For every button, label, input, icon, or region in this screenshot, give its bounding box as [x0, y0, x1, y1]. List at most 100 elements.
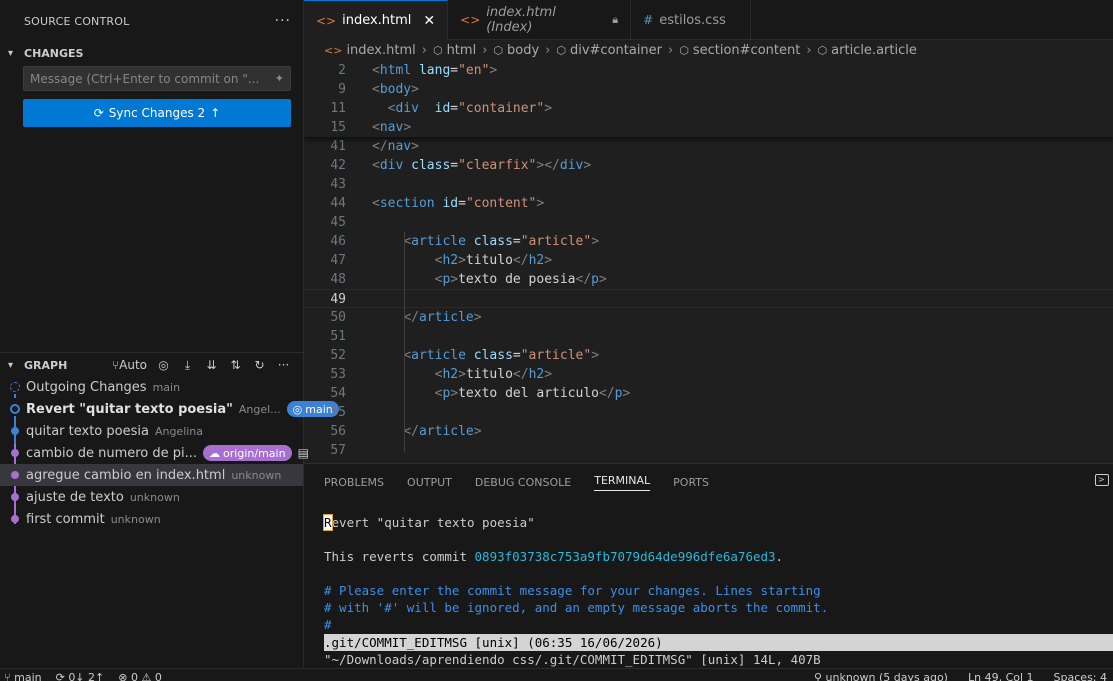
code-line[interactable]: 47 <h2>titulo</h2> — [304, 251, 1113, 270]
code-line[interactable]: 54 <p>texto del articulo</p> — [304, 384, 1113, 403]
commit-author: unknown — [129, 490, 180, 504]
sidebar-header: SOURCE CONTROL ··· — [0, 0, 303, 42]
code-editor[interactable]: 2 <html lang="en"> 9 <body> 11 <div id="cont… — [304, 61, 1113, 463]
branch-auto-button[interactable]: ⑂Auto — [112, 358, 147, 372]
code-line[interactable]: 51 — [304, 327, 1113, 346]
breadcrumb-item[interactable]: article.article — [831, 43, 917, 58]
code-line[interactable]: 49 — [304, 289, 1113, 308]
line-number: 15 — [330, 120, 346, 135]
graph-row-commit[interactable]: quitar texto poesia Angelina — [0, 420, 303, 442]
code-line[interactable]: 44 <section id="content"> — [304, 194, 1113, 213]
terminal-comment: # Please enter the commit message for yo… — [324, 583, 821, 598]
breadcrumb-item[interactable]: body — [507, 43, 539, 58]
graph-row-commit[interactable]: agregue cambio en index.html unknown — [0, 464, 303, 486]
tab-label: index.html — [342, 13, 412, 28]
code-line[interactable]: 48 <p>texto de poesia</p> — [304, 270, 1113, 289]
code-lines[interactable]: 41 </nav> 42 <div class="clearfix"></div> 43… — [304, 137, 1113, 460]
code-line[interactable]: 55 — [304, 403, 1113, 422]
more-actions-icon[interactable]: ··· — [276, 358, 291, 372]
code-text: <p>texto de poesia</p> — [434, 272, 607, 287]
code-line[interactable]: 52 <article class="article"> — [304, 346, 1113, 365]
line-number: 41 — [330, 139, 346, 154]
branch-status[interactable]: ⑂ main — [4, 669, 42, 681]
tab-terminal[interactable]: TERMINAL — [594, 474, 651, 491]
more-actions-icon[interactable]: ··· — [275, 13, 291, 29]
commit-graph: Outgoing Changes main Revert "quitar tex… — [0, 376, 339, 530]
element-icon: ⬡ — [679, 44, 689, 57]
target-icon[interactable]: ◎ — [156, 358, 171, 372]
sync-label: 0↓ 2↑ — [68, 671, 105, 681]
commit-message: Outgoing Changes — [26, 379, 147, 395]
bottom-panel: PROBLEMS OUTPUT DEBUG CONSOLE TERMINAL P… — [304, 463, 1113, 668]
commit-message-input[interactable]: Message (Ctrl+Enter to commit on "... ✦ — [23, 66, 291, 91]
line-number: 56 — [330, 424, 346, 439]
code-line[interactable]: 50 </article> — [304, 308, 1113, 327]
breadcrumb-item[interactable]: section#content — [693, 43, 801, 58]
vim-file-info: "~/Downloads/aprendiendo css/.git/COMMIT… — [324, 652, 821, 667]
outgoing-node-icon — [10, 382, 20, 392]
pull-icon[interactable]: ⇊ — [204, 358, 219, 372]
push-icon[interactable]: ⇅ — [228, 358, 243, 372]
line-number: 43 — [330, 177, 346, 192]
graph-section-header[interactable]: ▾ GRAPH ⑂Auto ◎ ⤓ ⇊ ⇅ ↻ ··· — [0, 354, 303, 376]
changes-section-header[interactable]: ▾ CHANGES — [0, 42, 303, 64]
tab-debug-console[interactable]: DEBUG CONSOLE — [475, 476, 571, 489]
tab-index-html[interactable]: <> index.html ✕ — [304, 0, 449, 40]
terminal-output[interactable]: Revert "quitar texto poesia" This revert… — [323, 514, 828, 633]
commit-node-icon — [11, 515, 19, 523]
code-text: <h2>titulo</h2> — [434, 253, 553, 268]
arrow-up-icon: ↑ — [210, 106, 221, 120]
commit-author: Angelina — [154, 424, 204, 438]
code-line[interactable]: 57 — [304, 441, 1113, 460]
tab-ports[interactable]: PORTS — [673, 476, 709, 489]
code-line[interactable]: 2 <html lang="en"> — [304, 61, 1113, 80]
commit-node-icon — [11, 471, 19, 479]
html-file-icon: <> — [316, 13, 337, 28]
close-icon[interactable]: ✕ — [423, 13, 435, 29]
breadcrumb-item[interactable]: div#container — [570, 43, 662, 58]
code-line[interactable]: 15 <nav> — [304, 118, 1113, 137]
code-line[interactable]: 11 <div id="container"> — [304, 99, 1113, 118]
sparkle-icon[interactable]: ✦ — [275, 72, 284, 85]
code-line[interactable]: 53 <h2>titulo</h2> — [304, 365, 1113, 384]
graph-row-outgoing[interactable]: Outgoing Changes main — [0, 376, 303, 398]
line-number: 53 — [330, 367, 346, 382]
indent-guide — [404, 232, 405, 452]
changes-title: CHANGES — [24, 46, 84, 60]
graph-row-commit[interactable]: Revert "quitar texto poesia" Angel... ◎ m… — [0, 398, 339, 420]
code-line[interactable]: 56 </article> — [304, 422, 1113, 441]
line-number: 2 — [338, 63, 346, 78]
code-line[interactable]: 9 <body> — [304, 80, 1113, 99]
tab-index-html-index[interactable]: <> index.html (Index) 🔒︎ — [448, 0, 632, 40]
code-line[interactable]: 45 — [304, 213, 1113, 232]
line-number: 55 — [330, 405, 346, 420]
blame-status[interactable]: ⚲ unknown (5 days ago) — [814, 669, 948, 681]
code-text: <div id="container"> — [387, 101, 553, 116]
tab-estilos-css[interactable]: # estilos.css — [631, 0, 752, 40]
indentation-status[interactable]: Spaces: 4 — [1054, 669, 1107, 681]
tab-problems[interactable]: PROBLEMS — [324, 476, 384, 489]
tab-output[interactable]: OUTPUT — [407, 476, 452, 489]
commit-message: ajuste de texto — [26, 489, 124, 505]
problems-status[interactable]: ⊗ 0 ⚠ 0 — [118, 669, 162, 681]
sync-changes-button[interactable]: ⟳ Sync Changes 2 ↑ — [23, 99, 291, 127]
breadcrumb-item[interactable]: index.html — [346, 43, 415, 58]
refresh-icon[interactable]: ↻ — [252, 358, 267, 372]
code-line[interactable]: 46 <article class="article"> — [304, 232, 1113, 251]
line-number: 44 — [330, 196, 346, 211]
code-line[interactable]: 42 <div class="clearfix"></div> — [304, 156, 1113, 175]
terminal-icon[interactable]: > — [1095, 474, 1109, 486]
sync-status[interactable]: ⟳ 0↓ 2↑ — [56, 669, 105, 681]
graph-row-commit[interactable]: cambio de numero de pi... ☁ origin/main ▤ — [0, 442, 309, 464]
graph-row-commit[interactable]: ajuste de texto unknown — [0, 486, 303, 508]
graph-row-commit[interactable]: first commit unknown — [0, 508, 303, 530]
cursor-position[interactable]: Ln 49, Col 1 — [968, 669, 1034, 681]
badge-label: origin/main — [223, 446, 286, 460]
fetch-icon[interactable]: ⤓ — [180, 358, 195, 373]
breadcrumb-item[interactable]: html — [447, 43, 477, 58]
chevron-right-icon: › — [545, 43, 551, 58]
sync-changes-label: Sync Changes 2 — [108, 106, 206, 120]
code-line[interactable]: 41 </nav> — [304, 137, 1113, 156]
code-line[interactable]: 43 — [304, 175, 1113, 194]
